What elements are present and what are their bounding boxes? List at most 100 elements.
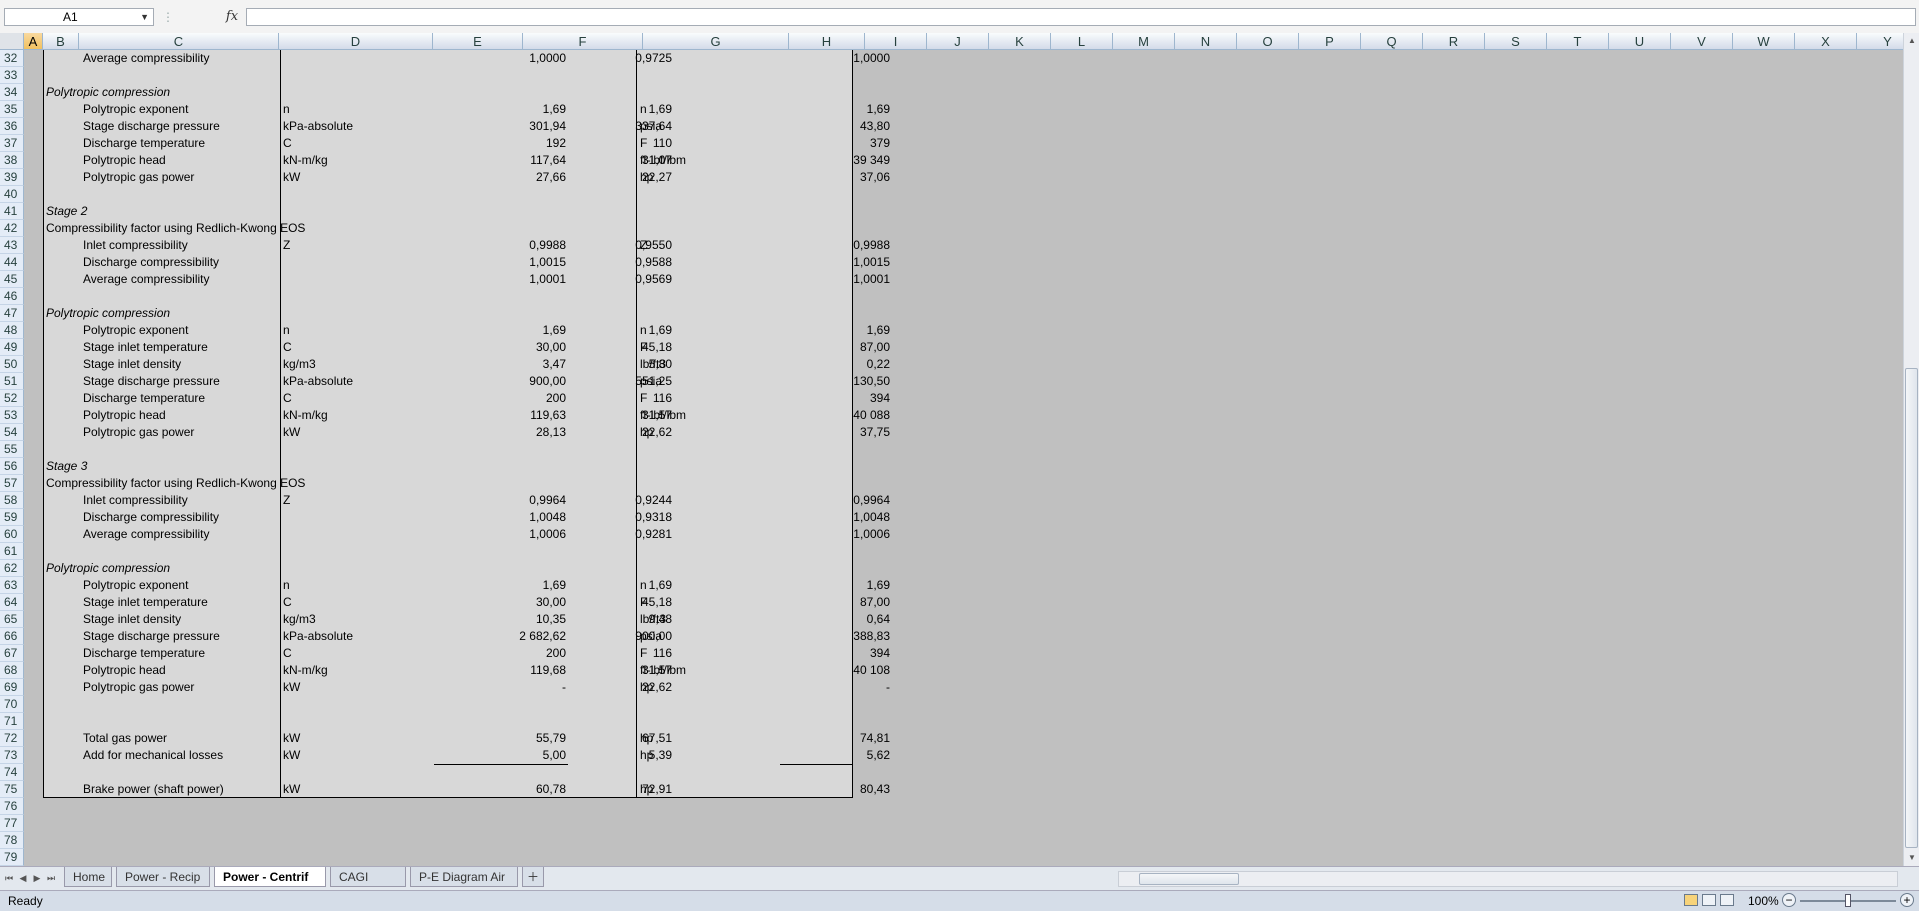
value-cell-h[interactable]: - xyxy=(780,679,890,696)
value-cell-e[interactable]: 30,00 xyxy=(434,594,566,611)
label-cell[interactable]: Discharge temperature xyxy=(83,390,205,407)
value-cell-e[interactable]: 1,0015 xyxy=(434,254,566,271)
label-cell[interactable]: Average compressibility xyxy=(83,271,210,288)
imperial-unit-cell[interactable]: hp xyxy=(640,747,653,764)
value-cell-e[interactable]: 1,69 xyxy=(434,322,566,339)
section-heading-cell[interactable]: Compressibility factor using Redlich-Kwo… xyxy=(46,475,305,492)
horizontal-scroll-thumb[interactable] xyxy=(1139,873,1239,885)
row-header[interactable]: 54 xyxy=(0,424,24,441)
chevron-down-icon[interactable]: ▼ xyxy=(140,9,149,25)
imperial-unit-cell[interactable]: F xyxy=(640,645,647,662)
label-cell[interactable]: Polytropic exponent xyxy=(83,101,188,118)
imperial-unit-cell[interactable]: n xyxy=(640,577,647,594)
row-header[interactable]: 34 xyxy=(0,84,24,101)
label-cell[interactable]: Discharge temperature xyxy=(83,135,205,152)
column-header[interactable]: D xyxy=(279,33,433,50)
si-unit-cell[interactable]: kN-m/kg xyxy=(283,152,328,169)
value-cell-e[interactable]: 10,35 xyxy=(434,611,566,628)
label-cell[interactable]: Polytropic gas power xyxy=(83,424,194,441)
value-cell-e[interactable]: 1,0006 xyxy=(434,526,566,543)
si-unit-cell[interactable]: kW xyxy=(283,781,300,798)
value-cell-e[interactable]: 200 xyxy=(434,390,566,407)
si-unit-cell[interactable]: kN-m/kg xyxy=(283,407,328,424)
value-cell-f[interactable]: 67,51 xyxy=(572,730,672,747)
label-cell[interactable]: Stage inlet temperature xyxy=(83,594,208,611)
column-header[interactable]: W xyxy=(1733,33,1795,50)
value-cell-e[interactable]: 119,63 xyxy=(434,407,566,424)
row-header[interactable]: 32 xyxy=(0,50,24,67)
row-header[interactable]: 75 xyxy=(0,781,24,798)
label-cell[interactable]: Stage discharge pressure xyxy=(83,628,220,645)
row-header[interactable]: 42 xyxy=(0,220,24,237)
label-cell[interactable]: Brake power (shaft power) xyxy=(83,781,224,798)
row-header[interactable]: 73 xyxy=(0,747,24,764)
value-cell-e[interactable]: 27,66 xyxy=(434,169,566,186)
row-header[interactable]: 70 xyxy=(0,696,24,713)
value-cell-f[interactable]: 22,62 xyxy=(572,424,672,441)
value-cell-e[interactable]: 28,13 xyxy=(434,424,566,441)
value-cell-h[interactable]: 37,75 xyxy=(780,424,890,441)
last-sheet-icon[interactable]: ⏭ xyxy=(46,871,56,885)
row-header[interactable]: 64 xyxy=(0,594,24,611)
column-header[interactable]: H xyxy=(789,33,865,50)
vertical-scrollbar[interactable]: ▲ ▼ xyxy=(1903,33,1919,866)
imperial-unit-cell[interactable]: ft-lbf/lbm xyxy=(640,152,686,169)
imperial-unit-cell[interactable]: ft-lbf/lbm xyxy=(640,407,686,424)
section-heading-cell[interactable]: Polytropic compression xyxy=(46,560,170,577)
row-header[interactable]: 45 xyxy=(0,271,24,288)
row-header[interactable]: 44 xyxy=(0,254,24,271)
column-header[interactable]: S xyxy=(1485,33,1547,50)
column-header[interactable]: L xyxy=(1051,33,1113,50)
prev-sheet-icon[interactable]: ◀ xyxy=(18,871,28,885)
value-cell-f[interactable]: 0,9244 xyxy=(572,492,672,509)
imperial-unit-cell[interactable]: hp xyxy=(640,424,653,441)
row-header[interactable]: 36 xyxy=(0,118,24,135)
value-cell-e[interactable]: 119,68 xyxy=(434,662,566,679)
value-cell-h[interactable]: 1,0000 xyxy=(780,50,890,67)
column-header[interactable]: J xyxy=(927,33,989,50)
value-cell-h[interactable]: 87,00 xyxy=(780,339,890,356)
label-cell[interactable]: Polytropic exponent xyxy=(83,577,188,594)
value-cell-e[interactable]: 900,00 xyxy=(434,373,566,390)
row-header[interactable]: 46 xyxy=(0,288,24,305)
column-header[interactable]: F xyxy=(523,33,643,50)
row-header[interactable]: 55 xyxy=(0,441,24,458)
section-heading-cell[interactable]: Stage 3 xyxy=(46,458,87,475)
row-header[interactable]: 78 xyxy=(0,832,24,849)
value-cell-f[interactable]: 110 xyxy=(572,135,672,152)
value-cell-h[interactable]: 1,0048 xyxy=(780,509,890,526)
column-header[interactable]: U xyxy=(1609,33,1671,50)
si-unit-cell[interactable]: C xyxy=(283,645,292,662)
si-unit-cell[interactable]: kPa-absolute xyxy=(283,373,353,390)
value-cell-e[interactable]: 1,69 xyxy=(434,577,566,594)
section-heading-cell[interactable]: Polytropic compression xyxy=(46,84,170,101)
si-unit-cell[interactable]: C xyxy=(283,390,292,407)
label-cell[interactable]: Inlet compressibility xyxy=(83,237,188,254)
value-cell-e[interactable]: 55,79 xyxy=(434,730,566,747)
value-cell-e[interactable]: - xyxy=(434,679,566,696)
value-cell-h[interactable]: 39 349 xyxy=(780,152,890,169)
column-header[interactable]: E xyxy=(433,33,523,50)
row-header[interactable]: 35 xyxy=(0,101,24,118)
si-unit-cell[interactable]: kW xyxy=(283,679,300,696)
imperial-unit-cell[interactable]: psia xyxy=(640,628,662,645)
column-header[interactable]: N xyxy=(1175,33,1237,50)
column-header[interactable]: K xyxy=(989,33,1051,50)
sheet-tab[interactable]: Home xyxy=(64,867,112,887)
zoom-out-icon[interactable]: − xyxy=(1782,893,1796,907)
si-unit-cell[interactable]: kW xyxy=(283,747,300,764)
imperial-unit-cell[interactable]: psia xyxy=(640,118,662,135)
value-cell-f[interactable]: 0,9588 xyxy=(572,254,672,271)
value-cell-h[interactable]: 0,22 xyxy=(780,356,890,373)
zoom-in-icon[interactable]: + xyxy=(1900,893,1914,907)
si-unit-cell[interactable]: kPa-absolute xyxy=(283,628,353,645)
value-cell-f[interactable]: 1,69 xyxy=(572,577,672,594)
column-header[interactable]: B xyxy=(43,33,79,50)
si-unit-cell[interactable]: C xyxy=(283,594,292,611)
imperial-unit-cell[interactable]: F xyxy=(640,339,647,356)
label-cell[interactable]: Inlet compressibility xyxy=(83,492,188,509)
imperial-unit-cell[interactable]: hp xyxy=(640,730,653,747)
row-header[interactable]: 39 xyxy=(0,169,24,186)
name-box[interactable]: A1 ▼ xyxy=(4,8,154,26)
label-cell[interactable]: Stage inlet temperature xyxy=(83,339,208,356)
